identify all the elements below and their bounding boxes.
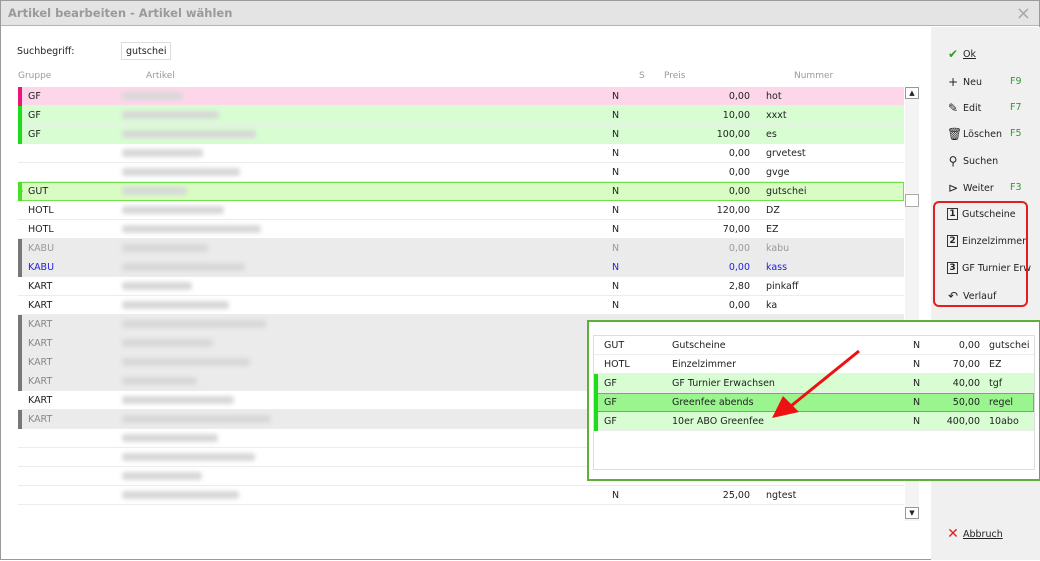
annotation-arrow-icon bbox=[772, 349, 860, 418]
dialog-window: Artikel bearbeiten - Artikel wählen × Su… bbox=[0, 0, 1040, 560]
